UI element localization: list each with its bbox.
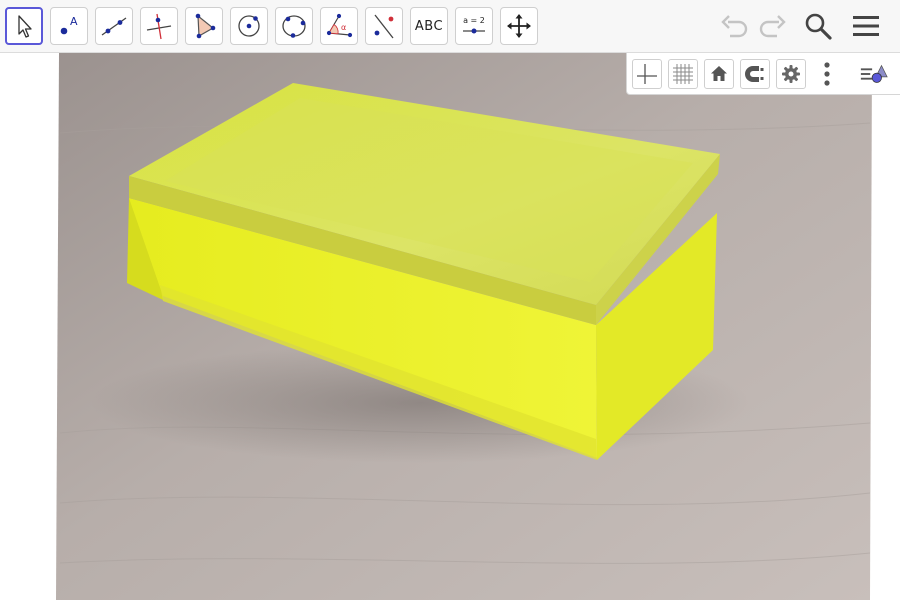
grid-icon: [673, 64, 693, 84]
move-graphics-view-icon: [507, 14, 531, 38]
circle-tool-button[interactable]: [230, 7, 268, 45]
toggle-style-bar-icon: [860, 64, 888, 83]
background-photo-yellow-box: [56, 53, 872, 600]
circle-three-points-icon: [282, 15, 306, 38]
text-tool-button[interactable]: ABC: [410, 7, 448, 45]
slider-tool-button[interactable]: a = 2: [455, 7, 493, 45]
more-options-button[interactable]: [812, 59, 842, 89]
undo-icon: [721, 15, 748, 38]
settings-gear-icon: [782, 65, 800, 83]
graphics-style-bar: [626, 53, 900, 95]
circle-center-point-icon: [238, 15, 260, 37]
toolbar: A α ABC a = 2: [0, 0, 900, 53]
point-tool-button[interactable]: A: [50, 7, 88, 45]
line-through-points-icon: [101, 17, 127, 36]
angle-icon: α: [326, 13, 353, 38]
toggle-style-bar-button[interactable]: [859, 59, 889, 89]
toggle-grid-button[interactable]: [668, 59, 698, 89]
circle-three-points-tool-button[interactable]: [275, 7, 313, 45]
main-menu-button[interactable]: [846, 6, 886, 46]
graphics-view[interactable]: [0, 53, 900, 600]
perpendicular-tool-button[interactable]: [140, 7, 178, 45]
reflect-tool-button[interactable]: [365, 7, 403, 45]
text-icon: ABC: [414, 18, 444, 34]
reflect-line-icon: [374, 14, 394, 39]
more-vert-icon: [824, 62, 830, 86]
slider-icon-label: a = 2: [463, 16, 485, 25]
standard-view-button[interactable]: [704, 59, 734, 89]
point-capturing-button[interactable]: [740, 59, 770, 89]
polygon-icon: [195, 13, 216, 39]
graphics-settings-button[interactable]: [776, 59, 806, 89]
search-icon: [805, 13, 832, 40]
polygon-tool-button[interactable]: [185, 7, 223, 45]
undo-button[interactable]: [715, 6, 755, 46]
angle-icon-label: α: [341, 23, 346, 32]
move-tool-button[interactable]: [5, 7, 43, 45]
toggle-axes-button[interactable]: [632, 59, 662, 89]
home-icon: [711, 66, 727, 81]
redo-icon: [759, 15, 786, 38]
point-capturing-icon: [745, 66, 764, 82]
point-icon: A: [60, 15, 78, 35]
line-tool-button[interactable]: [95, 7, 133, 45]
angle-tool-button[interactable]: α: [320, 7, 358, 45]
cursor-arrow-icon: [18, 15, 32, 38]
point-icon-label: A: [70, 15, 78, 28]
menu-icon: [853, 16, 879, 36]
slider-icon: a = 2: [463, 16, 485, 34]
perpendicular-line-icon: [146, 13, 172, 40]
redo-button[interactable]: [752, 6, 792, 46]
move-graphics-view-tool-button[interactable]: [500, 7, 538, 45]
axes-icon: [637, 64, 657, 84]
search-button[interactable]: [798, 6, 838, 46]
